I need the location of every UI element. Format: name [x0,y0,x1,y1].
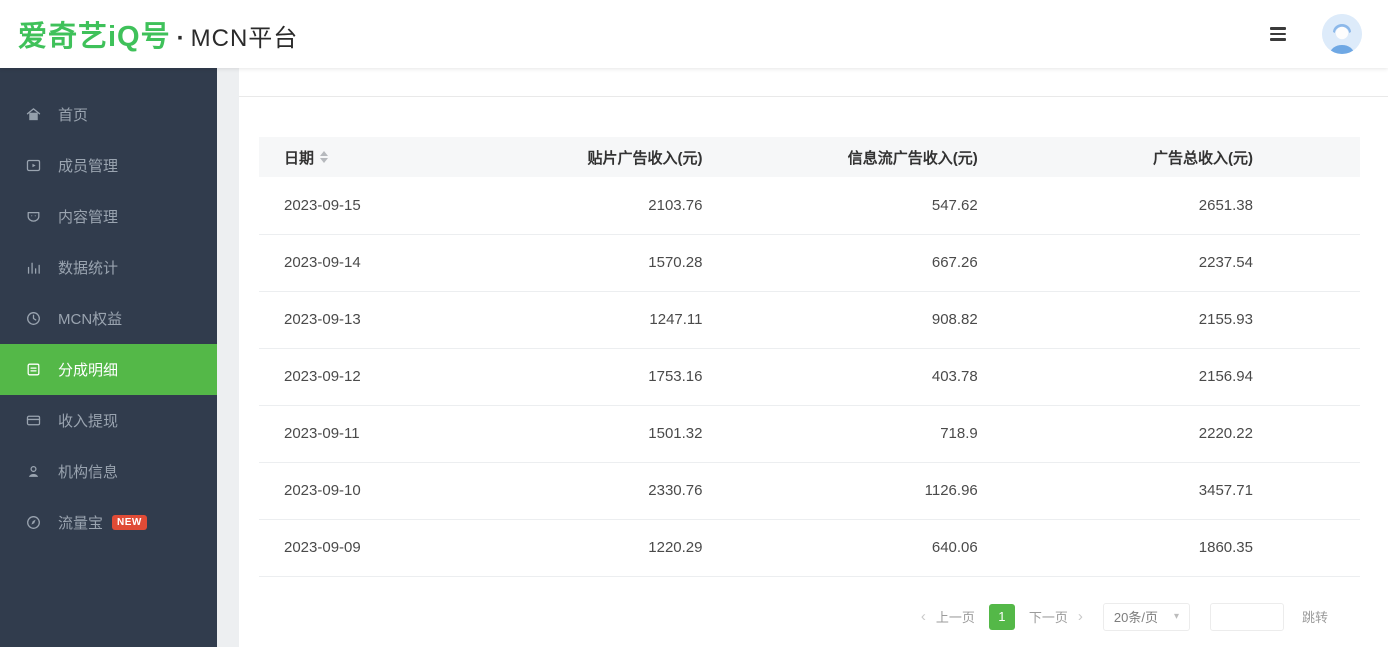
sidebar-item-分成明细[interactable]: 分成明细 [0,344,217,395]
cell-value: 1126.96 [810,462,1085,519]
cell-value: 640.06 [810,519,1085,576]
column-header-date[interactable]: 日期 [259,137,534,177]
cell-value: 1570.28 [534,234,809,291]
sidebar-item-内容管理[interactable]: 内容管理 [0,191,217,242]
cell-value: 2220.22 [1085,405,1360,462]
sidebar-item-label: 收入提现 [58,410,118,431]
sidebar-item-首页[interactable]: 首页 [0,89,217,140]
header-actions [1270,14,1362,54]
logo-brand-text: 爱奇艺iQ号 [18,13,171,55]
sidebar-item-label: 流量宝 [58,512,103,533]
column-header-total-revenue: 广告总收入(元) [1085,137,1360,177]
cell-value: 1247.11 [534,291,809,348]
column-header-date-label: 日期 [284,147,314,168]
cell-value: 1220.29 [534,519,809,576]
page-size-select[interactable]: 20条/页 ▾ [1103,603,1190,631]
withdraw-icon [25,412,42,429]
chevron-right-icon[interactable]: › [1078,609,1083,624]
table-row: 2023-09-131247.11908.822155.93 [259,291,1360,348]
cell-value: 403.78 [810,348,1085,405]
sidebar-item-数据统计[interactable]: 数据统计 [0,242,217,293]
page-size-value: 20条/页 [1114,607,1158,626]
cell-date: 2023-09-09 [259,519,534,576]
sidebar-item-MCN权益[interactable]: MCN权益 [0,293,217,344]
sidebar-item-label: 机构信息 [58,461,118,482]
cell-value: 2330.76 [534,462,809,519]
sidebar-item-label: 内容管理 [58,206,118,227]
table-row: 2023-09-111501.32718.92220.22 [259,405,1360,462]
logo-platform-text: MCN平台 [191,18,299,53]
jump-page-input[interactable] [1210,603,1284,631]
cell-value: 1753.16 [534,348,809,405]
current-page-button[interactable]: 1 [989,604,1015,630]
cell-value: 3457.71 [1085,462,1360,519]
content-gutter [217,68,239,647]
pagination: ‹ 上一页 1 下一页 › 20条/页 ▾ 跳转 [259,603,1360,631]
sidebar-item-label: MCN权益 [58,308,122,329]
prev-page-button[interactable]: 上一页 [936,607,975,626]
cell-value: 667.26 [810,234,1085,291]
table-header-row: 日期 贴片广告收入(元) 信息流广告收入(元) 广告总收入(元) [259,137,1360,177]
member-icon [25,157,42,174]
cell-value: 2155.93 [1085,291,1360,348]
top-header: 爱奇艺iQ号 · MCN平台 [0,0,1388,68]
column-header-preroll-revenue: 贴片广告收入(元) [534,137,809,177]
content-divider [239,96,1388,97]
sidebar-item-成员管理[interactable]: 成员管理 [0,140,217,191]
sidebar-item-label: 首页 [58,104,88,125]
cell-date: 2023-09-10 [259,462,534,519]
cell-value: 1501.32 [534,405,809,462]
new-badge: NEW [112,515,147,530]
cell-value: 2103.76 [534,177,809,234]
next-page-button[interactable]: 下一页 [1029,607,1068,626]
sidebar-item-机构信息[interactable]: 机构信息 [0,446,217,497]
sidebar-item-流量宝[interactable]: 流量宝 NEW [0,497,217,548]
column-header-feed-revenue: 信息流广告收入(元) [810,137,1085,177]
cell-date: 2023-09-12 [259,348,534,405]
cell-value: 547.62 [810,177,1085,234]
traffic-icon [25,514,42,531]
app-logo[interactable]: 爱奇艺iQ号 · MCN平台 [18,13,298,55]
cell-value: 2651.38 [1085,177,1360,234]
revenue-table-panel: 日期 贴片广告收入(元) 信息流广告收入(元) 广告总收入(元) 2023-09… [259,137,1360,631]
revenue-table: 日期 贴片广告收入(元) 信息流广告收入(元) 广告总收入(元) 2023-09… [259,137,1360,577]
home-icon [25,106,42,123]
menu-icon[interactable] [1270,23,1286,45]
chevron-down-icon: ▾ [1174,611,1179,622]
table-row: 2023-09-152103.76547.622651.38 [259,177,1360,234]
jump-button[interactable]: 跳转 [1302,607,1328,626]
user-avatar[interactable] [1322,14,1362,54]
table-row: 2023-09-121753.16403.782156.94 [259,348,1360,405]
sidebar-nav: 首页成员管理内容管理数据统计 MCN权益分成明细收入提现机构信息流量宝 NEW [0,68,217,647]
cell-value: 718.9 [810,405,1085,462]
table-row: 2023-09-102330.761126.963457.71 [259,462,1360,519]
main-content: 日期 贴片广告收入(元) 信息流广告收入(元) 广告总收入(元) 2023-09… [217,68,1388,647]
sidebar-item-收入提现[interactable]: 收入提现 [0,395,217,446]
logo-separator: · [177,25,185,53]
sidebar-item-label: 成员管理 [58,155,118,176]
avatar-icon [1322,14,1362,54]
cell-value: 2156.94 [1085,348,1360,405]
clock-icon [25,310,42,327]
cell-date: 2023-09-14 [259,234,534,291]
cell-date: 2023-09-15 [259,177,534,234]
cell-value: 908.82 [810,291,1085,348]
stats-icon [25,259,42,276]
table-row: 2023-09-091220.29640.061860.35 [259,519,1360,576]
share-detail-icon [25,361,42,378]
cell-date: 2023-09-13 [259,291,534,348]
person-icon [25,463,42,480]
cell-value: 2237.54 [1085,234,1360,291]
cell-value: 1860.35 [1085,519,1360,576]
sort-icon[interactable] [320,151,328,163]
chevron-left-icon[interactable]: ‹ [921,609,926,624]
sidebar-item-label: 数据统计 [58,257,118,278]
sidebar-item-label: 分成明细 [58,359,118,380]
content-icon [25,208,42,225]
table-row: 2023-09-141570.28667.262237.54 [259,234,1360,291]
cell-date: 2023-09-11 [259,405,534,462]
